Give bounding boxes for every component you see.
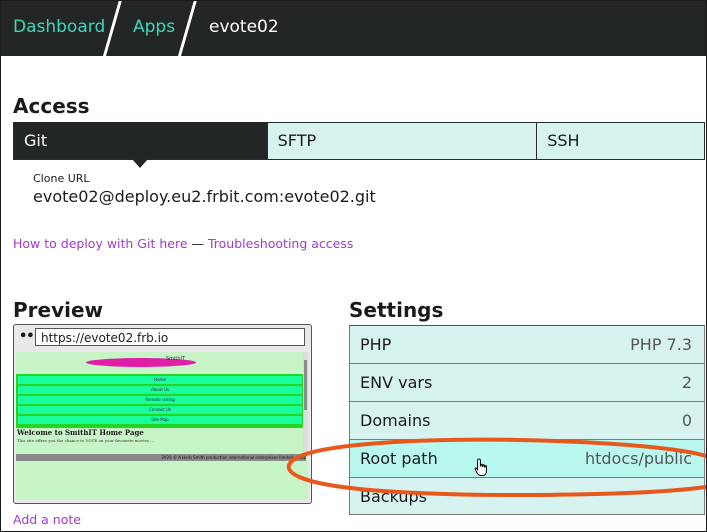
settings-label: ENV vars xyxy=(360,373,433,392)
site-nav-item: About Us xyxy=(18,386,302,394)
settings-heading: Settings xyxy=(349,298,444,322)
troubleshooting-access-link[interactable]: Troubleshooting access xyxy=(208,236,353,251)
site-nav-item: Remote voting xyxy=(18,396,302,404)
tab-ssh[interactable]: SSH xyxy=(537,122,705,160)
settings-row-env-vars[interactable]: ENV vars 2 xyxy=(349,363,705,401)
breadcrumb-apps[interactable]: Apps xyxy=(133,17,175,37)
site-title: Welcome to SmithIT Home Page xyxy=(17,428,144,437)
site-intro-text: This site offers you the chance to VOTE … xyxy=(17,438,154,443)
settings-value: 2 xyxy=(681,373,692,392)
site-nav-item: Contact Us xyxy=(18,406,302,414)
settings-label: PHP xyxy=(360,335,392,354)
breadcrumb-current-app: evote02 xyxy=(209,17,279,37)
site-logo-text: SmithIT xyxy=(166,356,186,362)
settings-label: Backups xyxy=(360,487,427,506)
settings-value: PHP 7.3 xyxy=(630,335,692,354)
site-footer: 2020 © A Herb Smith production internati… xyxy=(16,454,306,461)
preview-heading: Preview xyxy=(13,298,104,322)
tab-sftp[interactable]: SFTP xyxy=(267,122,538,160)
site-scrollbar xyxy=(303,352,308,452)
clone-url-value[interactable]: evote02@deploy.eu2.frbit.com:evote02.git xyxy=(33,187,376,206)
tab-git[interactable]: Git xyxy=(13,122,268,168)
settings-label: Domains xyxy=(360,411,431,430)
settings-row-php[interactable]: PHP PHP 7.3 xyxy=(349,325,705,363)
add-note-link[interactable]: Add a note xyxy=(13,512,81,527)
site-preview-thumbnail[interactable]: SmithIT Home About Us Remote voting Cont… xyxy=(16,352,308,500)
settings-row-domains[interactable]: Domains 0 xyxy=(349,401,705,439)
settings-row-backups[interactable]: Backups xyxy=(349,477,705,515)
hand-pointer-cursor-icon xyxy=(474,458,487,476)
settings-row-root-path[interactable]: Root path htdocs/public xyxy=(349,439,705,477)
deploy-with-git-link[interactable]: How to deploy with Git here xyxy=(13,236,188,251)
site-nav-menu: Home About Us Remote voting Contact Us S… xyxy=(16,374,306,428)
preview-url-field[interactable]: https://evote02.frb.io xyxy=(35,328,305,346)
preview-card[interactable]: ••• https://evote02.frb.io SmithIT Home … xyxy=(13,324,312,504)
settings-value: htdocs/public xyxy=(584,449,692,468)
link-separator: — xyxy=(191,236,205,251)
breadcrumb-separator xyxy=(177,0,198,56)
settings-value: 0 xyxy=(681,411,692,430)
access-heading: Access xyxy=(13,94,90,118)
access-help-links: How to deploy with Git here — Troublesho… xyxy=(13,236,353,251)
breadcrumb-dashboard[interactable]: Dashboard xyxy=(13,17,105,37)
scrollbar-thumb xyxy=(304,360,307,410)
breadcrumb-separator xyxy=(102,0,123,56)
clone-url-label: Clone URL xyxy=(33,172,90,185)
site-nav-item: Site Map xyxy=(18,416,302,424)
settings-label: Root path xyxy=(360,449,438,468)
site-nav-item: Home xyxy=(18,376,302,384)
top-navigation-bar: Dashboard Apps evote02 xyxy=(0,0,707,56)
access-tabs: Git SFTP SSH xyxy=(13,122,705,168)
settings-list: PHP PHP 7.3 ENV vars 2 Domains 0 Root pa… xyxy=(349,325,705,515)
